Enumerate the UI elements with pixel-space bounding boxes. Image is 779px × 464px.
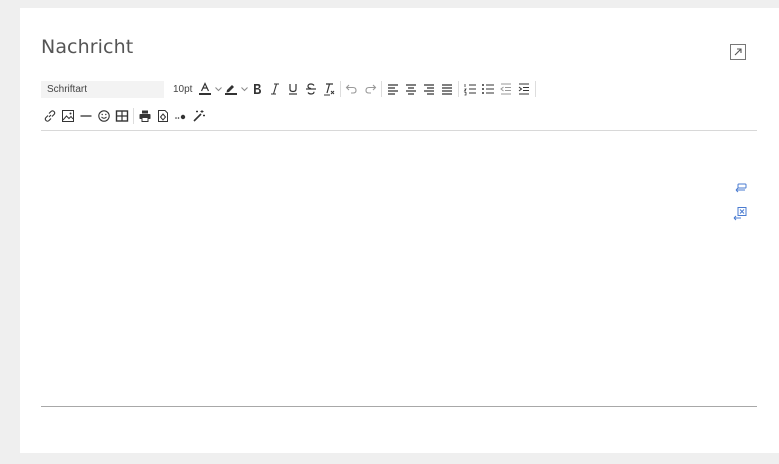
message-body-editor[interactable] (41, 131, 757, 406)
template-icon[interactable] (154, 107, 172, 125)
underline-icon[interactable] (284, 80, 302, 98)
table-icon[interactable] (113, 107, 131, 125)
emoji-icon[interactable] (95, 107, 113, 125)
indent-icon[interactable] (515, 80, 533, 98)
highlight-color-button[interactable] (222, 80, 240, 98)
redo-icon[interactable] (361, 80, 379, 98)
toolbar-separator (381, 81, 383, 97)
link-icon[interactable] (41, 107, 59, 125)
special-character-icon[interactable] (172, 107, 190, 125)
align-right-icon[interactable] (420, 80, 438, 98)
outdent-icon[interactable] (497, 80, 515, 98)
align-justify-icon[interactable] (438, 80, 456, 98)
toolbar-separator (133, 108, 134, 124)
editor-bottom-border (41, 406, 757, 407)
toolbar-row-formatting: Schriftart 10pt (41, 80, 538, 98)
print-icon[interactable] (136, 107, 154, 125)
toolbar-separator (340, 81, 342, 97)
image-icon[interactable] (59, 107, 77, 125)
strikethrough-icon[interactable] (302, 80, 320, 98)
toolbar-separator (458, 81, 460, 97)
chevron-down-icon[interactable] (214, 80, 222, 98)
remove-reply-icon[interactable] (731, 205, 749, 223)
message-card: Nachricht Schriftart 10pt (20, 8, 779, 453)
expand-icon[interactable] (730, 44, 746, 60)
toolbar-separator (535, 81, 537, 97)
undo-icon[interactable] (343, 80, 361, 98)
field-label: Nachricht (41, 36, 134, 58)
insert-reply-icon[interactable] (731, 180, 749, 198)
font-family-select[interactable]: Schriftart (41, 80, 164, 98)
align-center-icon[interactable] (402, 80, 420, 98)
bold-icon[interactable] (248, 80, 266, 98)
horizontal-rule-icon[interactable] (77, 107, 95, 125)
numbered-list-icon[interactable] (461, 80, 479, 98)
toolbar-row-insert (41, 107, 208, 125)
font-size-select[interactable]: 10pt (164, 81, 196, 98)
magic-wand-icon[interactable] (190, 107, 208, 125)
italic-icon[interactable] (266, 80, 284, 98)
chevron-down-icon[interactable] (240, 80, 248, 98)
clear-formatting-icon[interactable] (320, 80, 338, 98)
text-color-button[interactable] (196, 80, 214, 98)
align-left-icon[interactable] (384, 80, 402, 98)
bullet-list-icon[interactable] (479, 80, 497, 98)
